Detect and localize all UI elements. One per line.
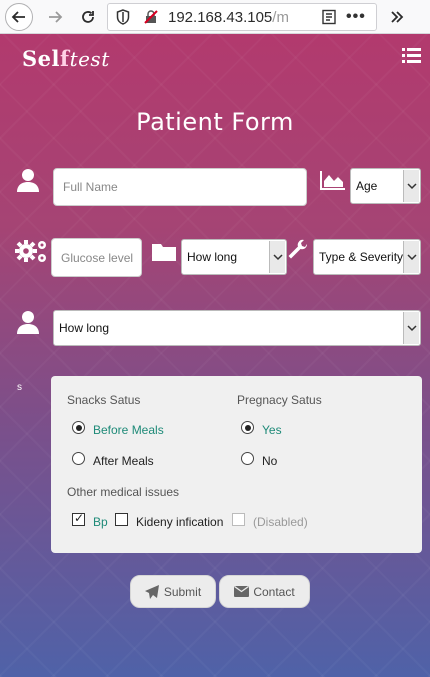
options-panel: Snacks Satus Pregnacy Satus Before Meals… [51,376,422,553]
browser-toolbar: 192.168.43.105/mc ••• [0,0,430,34]
pregnancy-no-label[interactable]: No [262,454,277,468]
s-label: s [17,382,22,393]
back-button[interactable] [5,3,33,31]
chevron-down-icon [403,312,419,344]
user-icon [17,169,39,192]
page-actions-more-icon[interactable]: ••• [346,8,366,26]
type-severity-select[interactable]: Type & Severity [313,239,421,275]
disabled-checkbox [232,513,245,526]
reload-icon [82,11,94,23]
age-select[interactable]: Age [350,168,421,204]
forward-button[interactable] [41,3,69,31]
contact-button-label: Contact [253,584,295,599]
disabled-label: (Disabled) [253,515,308,529]
pregnancy-yes-label[interactable]: Yes [262,423,282,437]
area-chart-icon [320,171,345,190]
how-long-select[interactable]: How long [181,239,287,275]
url-text: 192.168.43.105/mc [168,9,288,26]
insecure-lock-icon[interactable] [143,9,159,25]
chevron-down-icon [403,241,419,273]
before-meals-radio[interactable] [72,421,85,434]
kideny-infication-checkbox[interactable] [115,513,128,526]
glucose-level-input[interactable]: Glucose level [51,238,142,277]
kideny-infication-label[interactable]: Kideny infication [136,515,223,529]
chevron-down-icon [403,170,419,202]
bp-checkbox[interactable] [72,511,85,526]
contact-button[interactable]: Contact [219,575,310,608]
envelope-icon [234,586,250,597]
selftest-logo[interactable]: Selftest [22,46,110,71]
reload-button[interactable] [74,3,102,31]
reader-view-icon[interactable] [321,9,337,25]
full-name-input[interactable]: Full Name [53,168,307,206]
pregnancy-yes-radio[interactable] [241,421,254,434]
url-bar[interactable]: 192.168.43.105/mc ••• [107,3,377,31]
how-long-select-2[interactable]: How long [53,310,421,346]
folder-icon [152,244,176,261]
page-title: Patient Form [136,108,294,136]
submit-button-label: Submit [163,584,202,599]
chevron-double-right-icon [391,11,404,23]
wrench-icon [288,239,308,259]
chevron-down-icon [269,241,285,273]
arrow-left-icon [11,11,25,23]
page-background: Selftest Patient Form Full Name Age Gluc… [0,34,430,677]
overflow-menu-button[interactable] [383,3,411,31]
after-meals-label[interactable]: After Meals [93,454,154,468]
snacks-status-label: Snacks Satus [67,393,141,407]
arrow-right-icon [49,11,63,23]
pregnancy-status-label: Pregnacy Satus [237,393,322,407]
pregnancy-no-radio[interactable] [241,452,254,465]
age-select-value: Age [356,179,378,193]
bp-label[interactable]: Bp [93,515,108,529]
shield-icon[interactable] [116,9,130,25]
gears-icon [15,240,46,262]
menu-list-icon[interactable] [402,48,421,63]
type-severity-select-value: Type & Severity [319,250,404,264]
before-meals-label[interactable]: Before Meals [93,423,164,437]
submit-button[interactable]: Submit [130,575,216,608]
user-icon [17,311,39,334]
how-long-select-value: How long [187,250,238,264]
how-long-select-2-value: How long [59,321,110,335]
paper-plane-icon [144,584,159,599]
other-medical-issues-label: Other medical issues [67,485,180,499]
after-meals-radio[interactable] [72,452,85,465]
